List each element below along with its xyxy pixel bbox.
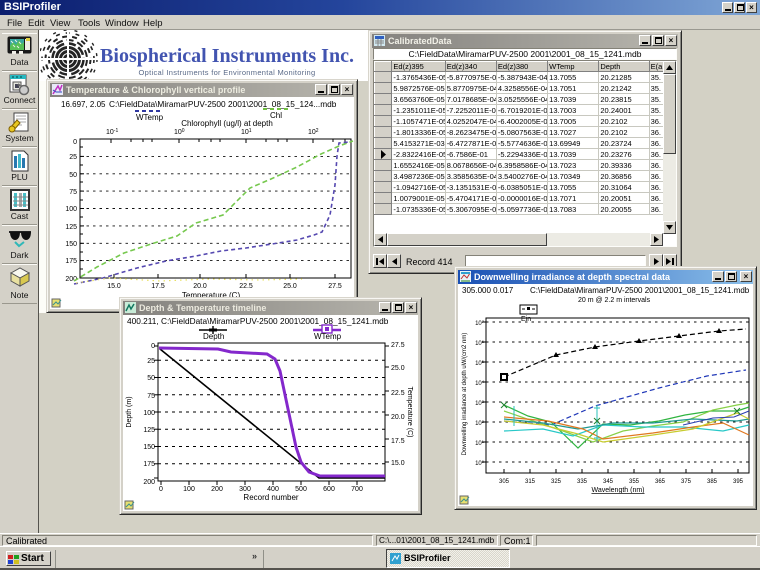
svg-text:100: 100 <box>174 128 185 136</box>
svg-text:305: 305 <box>499 479 510 485</box>
svg-text:107: 107 <box>475 319 485 327</box>
svg-text:0: 0 <box>73 139 77 146</box>
svg-text:700: 700 <box>351 486 363 493</box>
svg-text:17.5: 17.5 <box>151 283 165 290</box>
svg-text:17.5: 17.5 <box>391 438 405 445</box>
svg-text:395: 395 <box>733 479 744 485</box>
svg-text:500: 500 <box>295 486 307 493</box>
svg-text:104: 104 <box>475 379 485 387</box>
svg-text:101: 101 <box>241 128 252 136</box>
svg-text:20 m @ 2.2 m intervals: 20 m @ 2.2 m intervals <box>578 297 651 304</box>
svg-text:325: 325 <box>551 479 562 485</box>
svg-text:50: 50 <box>69 172 77 179</box>
svg-text:Record number: Record number <box>243 493 298 502</box>
svg-text:25.0: 25.0 <box>391 365 405 372</box>
svg-text:Temperature (C): Temperature (C) <box>406 387 413 438</box>
svg-text:345: 345 <box>603 479 614 485</box>
svg-text:75: 75 <box>69 189 77 196</box>
svg-text:22.5: 22.5 <box>391 390 405 397</box>
svg-text:335: 335 <box>577 479 588 485</box>
svg-text:50: 50 <box>147 375 155 382</box>
svg-text:Wavelength (nm): Wavelength (nm) <box>591 487 644 494</box>
svg-text:100: 100 <box>65 206 77 213</box>
svg-text:365: 365 <box>655 479 666 485</box>
svg-text:300: 300 <box>239 486 251 493</box>
svg-text:385: 385 <box>707 479 718 485</box>
svg-text:75: 75 <box>147 393 155 400</box>
svg-text:Downwelling irradiance at dept: Downwelling irradiance at depth uW/(cm2 … <box>462 333 468 456</box>
svg-text:25: 25 <box>69 154 77 161</box>
svg-text:C:\FieldData\MiramarPUV-2500 2: C:\FieldData\MiramarPUV-2500 2001\2001_0… <box>530 286 750 295</box>
svg-text:200: 200 <box>143 479 155 486</box>
svg-text:102: 102 <box>308 128 319 136</box>
svg-text:15.0: 15.0 <box>107 283 121 290</box>
svg-text:25: 25 <box>147 358 155 365</box>
svg-text:27.5: 27.5 <box>328 283 342 290</box>
svg-text:15.0: 15.0 <box>391 460 405 467</box>
svg-text:175: 175 <box>143 461 155 468</box>
svg-text:16.697, 2.05: 16.697, 2.05 <box>61 100 106 109</box>
svg-text:Depth (m): Depth (m) <box>126 396 133 427</box>
svg-text:125: 125 <box>65 224 77 231</box>
svg-text:Chlorophyll (ug/l) at depth: Chlorophyll (ug/l) at depth <box>181 119 273 128</box>
svg-text:20.0: 20.0 <box>391 414 405 421</box>
svg-text:106: 106 <box>475 339 485 347</box>
svg-text:355: 355 <box>629 479 640 485</box>
svg-text:10-1: 10-1 <box>106 128 118 136</box>
svg-text:400: 400 <box>267 486 279 493</box>
svg-text:WTemp: WTemp <box>136 113 164 122</box>
svg-text:0: 0 <box>159 486 163 493</box>
svg-text:125: 125 <box>143 427 155 434</box>
svg-text:150: 150 <box>143 444 155 451</box>
svg-text:200: 200 <box>211 486 223 493</box>
svg-text:105: 105 <box>475 359 485 367</box>
svg-text:102: 102 <box>475 419 485 427</box>
svg-text:315: 315 <box>525 479 536 485</box>
svg-text:305.000 0.017: 305.000 0.017 <box>462 286 514 295</box>
svg-text:100: 100 <box>475 459 485 467</box>
svg-text:100: 100 <box>143 410 155 417</box>
svg-text:600: 600 <box>323 486 335 493</box>
svg-text:20.0: 20.0 <box>193 283 207 290</box>
svg-text:25.0: 25.0 <box>283 283 297 290</box>
svg-text:103: 103 <box>475 399 485 407</box>
svg-text:Depth: Depth <box>203 332 224 341</box>
svg-text:101: 101 <box>475 439 485 447</box>
svg-text:WTemp: WTemp <box>314 332 342 341</box>
svg-text:150: 150 <box>65 241 77 248</box>
svg-text:27.5: 27.5 <box>391 342 405 349</box>
svg-text:0: 0 <box>151 343 155 350</box>
svg-text:C:\FieldData\MiramarPUV-2500 2: C:\FieldData\MiramarPUV-2500 2001\2001_0… <box>109 99 337 109</box>
svg-text:100: 100 <box>183 486 195 493</box>
svg-text:22.5: 22.5 <box>239 283 253 290</box>
svg-text:175: 175 <box>65 258 77 265</box>
svg-text:375: 375 <box>681 479 692 485</box>
svg-text:400.211, C:\FieldData\Miramar: 400.211, C:\FieldData\MiramarPUV-2500 20… <box>127 316 389 326</box>
